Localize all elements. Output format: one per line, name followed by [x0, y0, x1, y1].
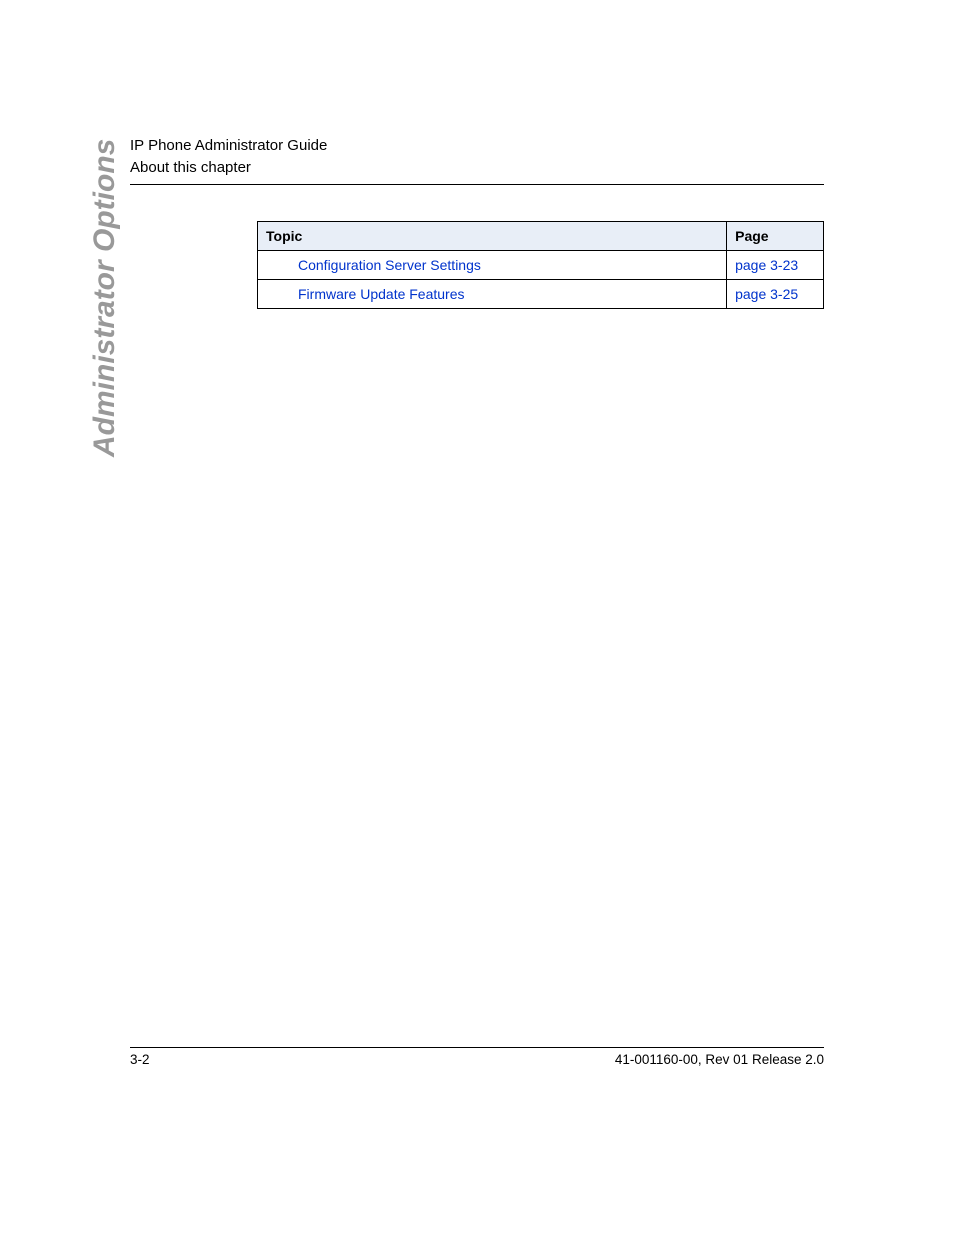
topic-cell: Firmware Update Features — [258, 280, 727, 309]
header-rule — [130, 184, 824, 185]
page-link[interactable]: page 3-23 — [735, 257, 798, 273]
page-footer: 3-2 41-001160-00, Rev 01 Release 2.0 — [130, 1047, 824, 1067]
footer-rule — [130, 1047, 824, 1048]
table-row: Configuration Server Settings page 3-23 — [258, 251, 824, 280]
topic-link[interactable]: Configuration Server Settings — [298, 257, 481, 273]
page-cell: page 3-25 — [727, 280, 824, 309]
page-number: 3-2 — [130, 1052, 150, 1067]
topic-table: Topic Page Configuration Server Settings… — [257, 221, 824, 309]
page-cell: page 3-23 — [727, 251, 824, 280]
header-line-1: IP Phone Administrator Guide — [130, 135, 824, 157]
table-row: Firmware Update Features page 3-25 — [258, 280, 824, 309]
col-header-page: Page — [727, 222, 824, 251]
col-header-topic: Topic — [258, 222, 727, 251]
header-line-2: About this chapter — [130, 157, 824, 179]
table-header-row: Topic Page — [258, 222, 824, 251]
page-link[interactable]: page 3-25 — [735, 286, 798, 302]
doc-id: 41-001160-00, Rev 01 Release 2.0 — [615, 1052, 824, 1067]
topic-cell: Configuration Server Settings — [258, 251, 727, 280]
section-tab: Administrator Options — [88, 139, 122, 457]
topic-link[interactable]: Firmware Update Features — [298, 286, 465, 302]
page-header: IP Phone Administrator Guide About this … — [130, 135, 824, 185]
